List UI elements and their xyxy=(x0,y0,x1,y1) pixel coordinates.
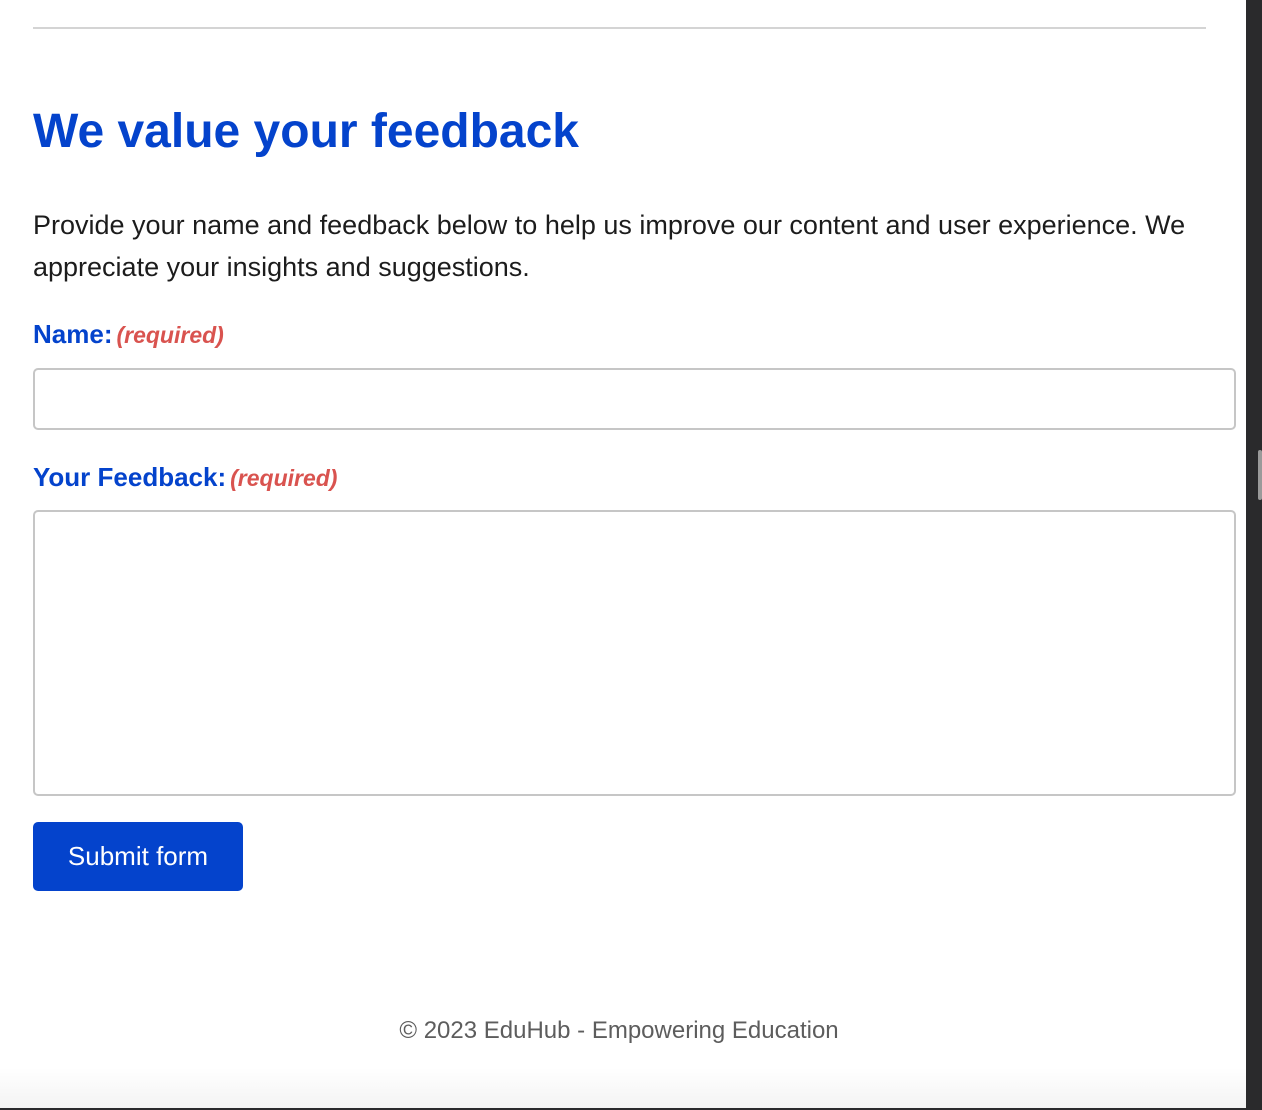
page-bottom-shade xyxy=(0,1068,1246,1108)
top-divider xyxy=(33,27,1206,29)
scrollbar-thumb[interactable] xyxy=(1258,450,1262,500)
name-input[interactable] xyxy=(33,368,1236,430)
feedback-label: Your Feedback: (required) xyxy=(33,461,337,494)
feedback-required-note: (required) xyxy=(230,465,338,491)
intro-text: Provide your name and feedback below to … xyxy=(33,210,1186,282)
feedback-textarea[interactable] xyxy=(33,510,1236,796)
name-label-text: Name: xyxy=(33,319,113,349)
page: We value your feedback Provide your name… xyxy=(0,0,1246,1108)
footer-copyright: © 2023 EduHub - Empowering Education xyxy=(399,1017,839,1044)
window-edge-right xyxy=(1246,0,1262,1110)
page-title: We value your feedback xyxy=(33,105,579,158)
name-required-note: (required) xyxy=(116,322,224,348)
submit-form-button[interactable]: Submit form xyxy=(33,822,243,891)
name-label: Name: (required) xyxy=(33,318,224,351)
feedback-label-text: Your Feedback: xyxy=(33,462,227,492)
